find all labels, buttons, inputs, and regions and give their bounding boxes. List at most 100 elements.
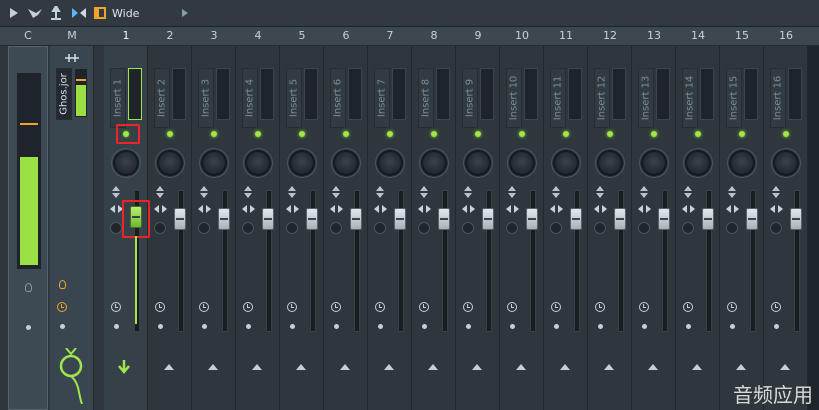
volume-fader[interactable]: [570, 208, 582, 230]
insert-strip-8[interactable]: Insert 8: [412, 46, 456, 410]
layout-icon[interactable]: [93, 0, 107, 26]
volume-fader[interactable]: [218, 208, 230, 230]
mute-led[interactable]: [164, 128, 176, 140]
insert-strip-12[interactable]: Insert 12: [588, 46, 632, 410]
insert-name-box[interactable]: Insert 5: [286, 68, 302, 128]
master-snap-icon[interactable]: [64, 48, 80, 62]
link-icon[interactable]: [70, 0, 88, 26]
volume-fader[interactable]: [174, 208, 186, 230]
send-arrow-up-icon[interactable]: [648, 364, 658, 370]
mute-led[interactable]: [208, 128, 220, 140]
stereo-knob[interactable]: [110, 222, 122, 234]
pan-knob[interactable]: [551, 148, 581, 178]
stereo-arrows-icon[interactable]: [418, 204, 432, 214]
swap-arrows-icon[interactable]: [199, 186, 209, 198]
stereo-knob[interactable]: [770, 222, 782, 234]
swap-arrows-icon[interactable]: [683, 186, 693, 198]
insert-strip-5[interactable]: Insert 5: [280, 46, 324, 410]
insert-name-box[interactable]: Insert 16: [770, 68, 786, 128]
pan-knob[interactable]: [111, 148, 141, 178]
swap-arrows-icon[interactable]: [243, 186, 253, 198]
swap-arrows-icon[interactable]: [375, 186, 385, 198]
send-arrow-up-icon[interactable]: [736, 364, 746, 370]
pan-knob[interactable]: [199, 148, 229, 178]
stereo-knob[interactable]: [462, 222, 474, 234]
bird-icon[interactable]: [26, 0, 44, 26]
stereo-knob[interactable]: [594, 222, 606, 234]
swap-arrows-icon[interactable]: [507, 186, 517, 198]
pan-knob[interactable]: [507, 148, 537, 178]
insert-strip-7[interactable]: Insert 7: [368, 46, 412, 410]
send-arrow-up-icon[interactable]: [164, 364, 174, 370]
insert-strip-13[interactable]: Insert 13: [632, 46, 676, 410]
stereo-knob[interactable]: [198, 222, 210, 234]
mute-led[interactable]: [648, 128, 660, 140]
pan-knob[interactable]: [375, 148, 405, 178]
insert-name-box[interactable]: Insert 10: [506, 68, 522, 128]
stereo-knob[interactable]: [726, 222, 738, 234]
stereo-arrows-icon[interactable]: [550, 204, 564, 214]
pan-knob[interactable]: [287, 148, 317, 178]
insert-name-box[interactable]: Insert 9: [462, 68, 478, 128]
swap-arrows-icon[interactable]: [111, 186, 121, 198]
mute-led[interactable]: [692, 128, 704, 140]
insert-strip-2[interactable]: Insert 2: [148, 46, 192, 410]
volume-fader[interactable]: [658, 208, 670, 230]
stereo-knob[interactable]: [242, 222, 254, 234]
stereo-arrows-icon[interactable]: [726, 204, 740, 214]
send-arrow-up-icon[interactable]: [252, 364, 262, 370]
swap-arrows-icon[interactable]: [155, 186, 165, 198]
clock-icon[interactable]: [551, 302, 561, 312]
insert-strip-14[interactable]: Insert 14: [676, 46, 720, 410]
pan-knob[interactable]: [331, 148, 361, 178]
insert-strip-16[interactable]: Insert 16: [764, 46, 808, 410]
insert-name-box[interactable]: Insert 7: [374, 68, 390, 128]
insert-strip-15[interactable]: Insert 15: [720, 46, 764, 410]
volume-fader[interactable]: [438, 208, 450, 230]
insert-name-box[interactable]: Insert 11: [550, 68, 566, 128]
mute-led[interactable]: [428, 128, 440, 140]
stereo-arrows-icon[interactable]: [462, 204, 476, 214]
clock-icon[interactable]: [683, 302, 693, 312]
arrow-right-icon[interactable]: [180, 0, 190, 26]
stereo-arrows-icon[interactable]: [242, 204, 256, 214]
current-strip[interactable]: [8, 46, 48, 410]
insert-strip-6[interactable]: Insert 6: [324, 46, 368, 410]
insert-name-box[interactable]: Insert 1: [110, 68, 126, 128]
play-triangle-icon[interactable]: [8, 0, 20, 26]
send-arrow-up-icon[interactable]: [692, 364, 702, 370]
swap-arrows-icon[interactable]: [419, 186, 429, 198]
volume-fader[interactable]: [790, 208, 802, 230]
mute-led[interactable]: [560, 128, 572, 140]
send-arrow-up-icon[interactable]: [208, 364, 218, 370]
insert-strip-11[interactable]: Insert 11: [544, 46, 588, 410]
insert-name-box[interactable]: Insert 2: [154, 68, 170, 128]
volume-fader[interactable]: [526, 208, 538, 230]
clock-icon[interactable]: [287, 302, 297, 312]
volume-fader[interactable]: [702, 208, 714, 230]
send-arrow-down-icon[interactable]: [118, 360, 130, 376]
pan-knob[interactable]: [683, 148, 713, 178]
master-strip[interactable]: Ghos.jor: [50, 46, 94, 410]
clock-icon[interactable]: [507, 302, 517, 312]
pan-knob[interactable]: [771, 148, 801, 178]
clock-icon[interactable]: [155, 302, 165, 312]
swap-arrows-icon[interactable]: [331, 186, 341, 198]
stereo-knob[interactable]: [638, 222, 650, 234]
bulb-icon[interactable]: [25, 283, 32, 292]
insert-name-box[interactable]: Insert 15: [726, 68, 742, 128]
pin-icon[interactable]: [48, 0, 64, 26]
stereo-knob[interactable]: [374, 222, 386, 234]
mute-led[interactable]: [736, 128, 748, 140]
send-arrow-up-icon[interactable]: [296, 364, 306, 370]
clock-icon[interactable]: [57, 302, 67, 312]
volume-fader[interactable]: [746, 208, 758, 230]
mute-led[interactable]: [340, 128, 352, 140]
mute-led[interactable]: [384, 128, 396, 140]
insert-name-box[interactable]: Insert 3: [198, 68, 214, 128]
insert-name-box[interactable]: Insert 14: [682, 68, 698, 128]
clock-icon[interactable]: [331, 302, 341, 312]
swap-arrows-icon[interactable]: [639, 186, 649, 198]
volume-fader[interactable]: [394, 208, 406, 230]
insert-strip-4[interactable]: Insert 4: [236, 46, 280, 410]
